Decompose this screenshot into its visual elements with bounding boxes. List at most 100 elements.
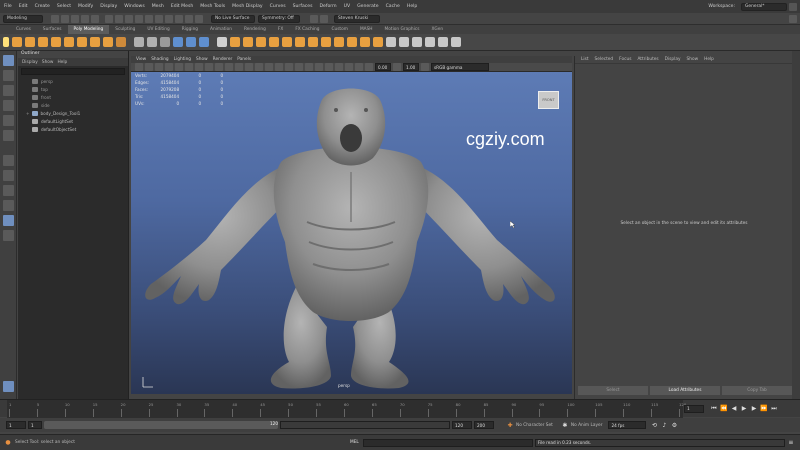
poly-sphere-icon[interactable] (12, 37, 22, 47)
film-gate-icon[interactable] (185, 63, 193, 71)
menu-item-modify[interactable]: Modify (78, 4, 93, 9)
select-camera-icon[interactable] (135, 63, 143, 71)
tab-surfaces[interactable]: Surfaces (37, 25, 68, 34)
viewport-menu-panels[interactable]: Panels (237, 57, 251, 62)
menu-item-mesh-tools[interactable]: Mesh Tools (200, 4, 225, 9)
isolate-select-icon[interactable] (335, 63, 343, 71)
paint-select-icon[interactable] (438, 37, 448, 47)
tab-uv-editing[interactable]: UV Editing (141, 25, 175, 34)
hypershade-icon[interactable] (320, 14, 328, 23)
menu-item-curves[interactable]: Curves (270, 4, 286, 9)
symmetrize-icon[interactable] (412, 37, 422, 47)
start-frame-field[interactable]: 1 (6, 421, 26, 429)
range-start-field[interactable]: 1 (28, 421, 42, 429)
motion-blur-icon[interactable] (305, 63, 313, 71)
select-component-icon[interactable] (125, 14, 133, 23)
snap-view-icon[interactable] (165, 14, 173, 23)
menu-item-display[interactable]: Display (100, 4, 117, 9)
snap-point-icon[interactable] (155, 14, 163, 23)
live-surface-field[interactable]: No Live Surface (211, 14, 255, 23)
menu-item-mesh-display[interactable]: Mesh Display (232, 4, 263, 9)
open-scene-icon[interactable] (61, 14, 69, 23)
go-to-start-icon[interactable]: ⏮ (710, 405, 718, 413)
textured-icon[interactable] (265, 63, 273, 71)
xray-joints-icon[interactable] (355, 63, 363, 71)
gamma-icon[interactable] (393, 63, 401, 71)
end-frame-field[interactable]: 120 (452, 421, 472, 429)
toggle-panels-icon[interactable] (789, 14, 797, 23)
bookmark-icon[interactable] (155, 63, 163, 71)
offset-edge-loop-icon[interactable] (321, 37, 331, 47)
quad-draw-icon[interactable] (373, 37, 383, 47)
persp-outliner-layout-icon[interactable] (3, 215, 14, 226)
wireframe-icon[interactable] (235, 63, 243, 71)
tab-custom[interactable]: Custom (325, 25, 353, 34)
mel-toggle-icon[interactable] (3, 381, 14, 392)
loop-icon[interactable]: ⟲ (650, 421, 658, 429)
combine-icon[interactable] (134, 37, 144, 47)
wireframe-on-shaded-icon[interactable] (255, 63, 263, 71)
save-scene-icon[interactable] (71, 14, 79, 23)
tab-rendering[interactable]: Rendering (238, 25, 272, 34)
field-chart-icon[interactable] (215, 63, 223, 71)
gate-mask-icon[interactable] (205, 63, 213, 71)
select-object-icon[interactable] (115, 14, 123, 23)
range-slider[interactable]: 120 (44, 421, 278, 429)
poly-cube-icon[interactable] (25, 37, 35, 47)
attr-menu-focus[interactable]: Focus (619, 57, 631, 62)
safe-action-icon[interactable] (225, 63, 233, 71)
separate-icon[interactable] (147, 37, 157, 47)
gamma-field[interactable]: 0.00 (375, 63, 391, 71)
tab-motion-graphics[interactable]: Motion Graphics (379, 25, 426, 34)
outliner-layout-icon[interactable] (3, 200, 14, 211)
rotate-tool-icon[interactable] (3, 115, 14, 126)
command-input[interactable] (362, 438, 533, 447)
four-view-layout-icon[interactable] (3, 185, 14, 196)
fill-hole-icon[interactable] (282, 37, 292, 47)
anti-aliasing-icon[interactable] (315, 63, 323, 71)
color-space-dropdown[interactable]: sRGB gamma (431, 63, 489, 71)
ambient-occlusion-icon[interactable] (295, 63, 303, 71)
character-set-dropdown[interactable]: No Character Set (516, 423, 553, 428)
history-icon[interactable] (175, 14, 183, 23)
viewport-menu-view[interactable]: View (136, 57, 146, 62)
multi-cut-icon[interactable] (347, 37, 357, 47)
new-scene-icon[interactable] (51, 14, 59, 23)
outliner-menu-help[interactable]: Help (57, 60, 67, 65)
tab-curves[interactable]: Curves (10, 25, 37, 34)
outliner-item[interactable]: + body_Design_Tool1 (18, 109, 128, 117)
account-button[interactable]: Steven Kruski (334, 14, 380, 23)
outliner-item[interactable]: side (18, 101, 128, 109)
tab-animation[interactable]: Animation (204, 25, 238, 34)
lasso-tool-icon[interactable] (3, 70, 14, 81)
shelf-gear-icon[interactable] (3, 37, 9, 47)
expand-icon[interactable]: + (26, 111, 30, 116)
menu-item-select[interactable]: Select (57, 4, 71, 9)
mode-dropdown[interactable]: Modeling (3, 14, 43, 23)
camera-attributes-icon[interactable] (145, 63, 153, 71)
outliner-item[interactable]: defaultObjectSet (18, 125, 128, 133)
go-to-end-icon[interactable]: ⏭ (770, 405, 778, 413)
play-forward-icon[interactable]: ▶ (740, 405, 748, 413)
mel-language-button[interactable]: MEL (350, 440, 359, 445)
outliner-item[interactable]: persp (18, 77, 128, 85)
lights-icon[interactable] (275, 63, 283, 71)
snap-grid-icon[interactable] (135, 14, 143, 23)
append-polygon-icon[interactable] (269, 37, 279, 47)
last-tool-icon[interactable] (3, 155, 14, 166)
select-tool-icon[interactable] (3, 55, 14, 66)
select-hierarchy-icon[interactable] (105, 14, 113, 23)
menu-item-file[interactable]: File (4, 4, 12, 9)
side-tabs-strip[interactable] (792, 51, 800, 400)
outliner-item[interactable]: front (18, 93, 128, 101)
super-shape-icon[interactable] (116, 37, 126, 47)
extrude-icon[interactable] (230, 37, 240, 47)
snap-curve-icon[interactable] (145, 14, 153, 23)
poly-disc-icon[interactable] (90, 37, 100, 47)
ipr-icon[interactable] (195, 14, 203, 23)
zoom-icon[interactable] (3, 230, 14, 241)
tab-mash[interactable]: MASH (354, 25, 379, 34)
smooth-shade-icon[interactable] (245, 63, 253, 71)
insert-edge-loop-icon[interactable] (334, 37, 344, 47)
menu-item-windows[interactable]: Windows (124, 4, 145, 9)
